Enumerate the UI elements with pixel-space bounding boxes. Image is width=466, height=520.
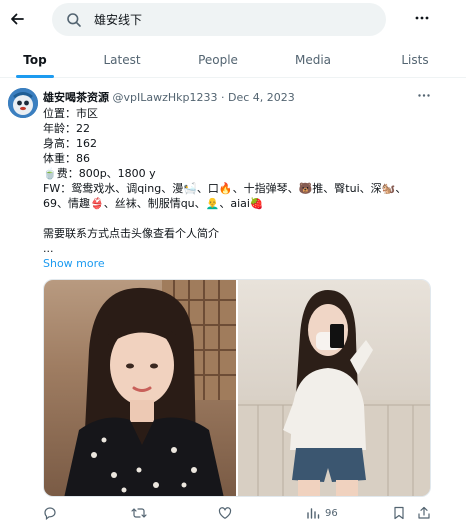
tweet-card[interactable]: 雄安喝茶资源 @vpILawzHkp1233 · Dec 4, 2023 位置：… xyxy=(0,78,466,520)
search-icon xyxy=(67,12,81,27)
like-button[interactable] xyxy=(218,505,232,520)
tweet-author-line: 雄安喝茶资源 @vpILawzHkp1233 · Dec 4, 2023 xyxy=(43,89,295,105)
tweet-contact-line: 需要联系方式点击头像查看个人简介 xyxy=(43,227,219,240)
more-icon[interactable] xyxy=(412,8,432,28)
views-button[interactable]: 96 xyxy=(306,505,338,520)
tab-label: Top xyxy=(23,53,47,67)
reply-icon xyxy=(44,507,56,520)
tab-lists[interactable]: Lists xyxy=(364,42,466,78)
top-bar: 雄安线下 xyxy=(0,0,466,40)
tab-label: Latest xyxy=(103,53,141,67)
tweet-line: 🍵费：800p、1800 y xyxy=(43,167,156,180)
retweet-button[interactable] xyxy=(131,505,147,520)
reply-button[interactable] xyxy=(43,505,57,520)
tweet-actions: 96 xyxy=(0,505,466,520)
share-icon xyxy=(418,506,430,519)
retweet-icon xyxy=(131,508,147,518)
bookmark-button[interactable] xyxy=(393,505,405,520)
share-button[interactable] xyxy=(417,505,431,520)
views-count: 96 xyxy=(325,507,338,519)
tweet-photo-1[interactable] xyxy=(44,280,236,496)
tweet-line: 体重：86 xyxy=(43,152,90,165)
views-icon xyxy=(307,508,320,519)
tab-top[interactable]: Top xyxy=(0,42,70,78)
tab-media[interactable]: Media xyxy=(262,42,364,78)
tab-latest[interactable]: Latest xyxy=(70,42,174,78)
tweet-more-icon[interactable] xyxy=(416,88,432,102)
author-name[interactable]: 雄安喝茶资源 xyxy=(43,91,109,104)
author-handle-date[interactable]: @vpILawzHkp1233 · Dec 4, 2023 xyxy=(113,91,295,104)
avatar[interactable] xyxy=(8,88,38,118)
search-tabs: Top Latest People Media Lists xyxy=(0,42,466,78)
search-input[interactable]: 雄安线下 xyxy=(52,3,386,36)
tweet-line: 69、情趣👙、丝袜、制服情qu、👨‍🦲、aiai🍓 xyxy=(43,197,264,210)
tweet-photo-2[interactable] xyxy=(238,280,430,496)
back-arrow-icon[interactable] xyxy=(6,8,28,30)
tweet-line: 年龄：22 xyxy=(43,122,90,135)
show-more-link[interactable]: Show more xyxy=(43,256,453,271)
tweet-line: FW：鸳鸯戏水、调qing、漫🛀、口🔥、十指弹琴、🐻推、臀tui、深🐿️、 xyxy=(43,182,407,195)
bookmark-icon xyxy=(394,506,404,520)
tweet-text: 位置：市区 年龄：22 身高：162 体重：86 🍵费：800p、1800 y … xyxy=(43,106,453,271)
search-query: 雄安线下 xyxy=(94,13,143,27)
tweet-line: 身高：162 xyxy=(43,137,97,150)
tweet-line: 位置：市区 xyxy=(43,107,98,120)
like-icon xyxy=(218,507,232,519)
tweet-media xyxy=(43,279,431,497)
tab-label: Lists xyxy=(401,53,429,67)
tab-people[interactable]: People xyxy=(174,42,262,78)
tweet-ellipsis: ... xyxy=(43,242,54,255)
tab-label: People xyxy=(198,53,238,67)
tab-label: Media xyxy=(294,53,332,67)
